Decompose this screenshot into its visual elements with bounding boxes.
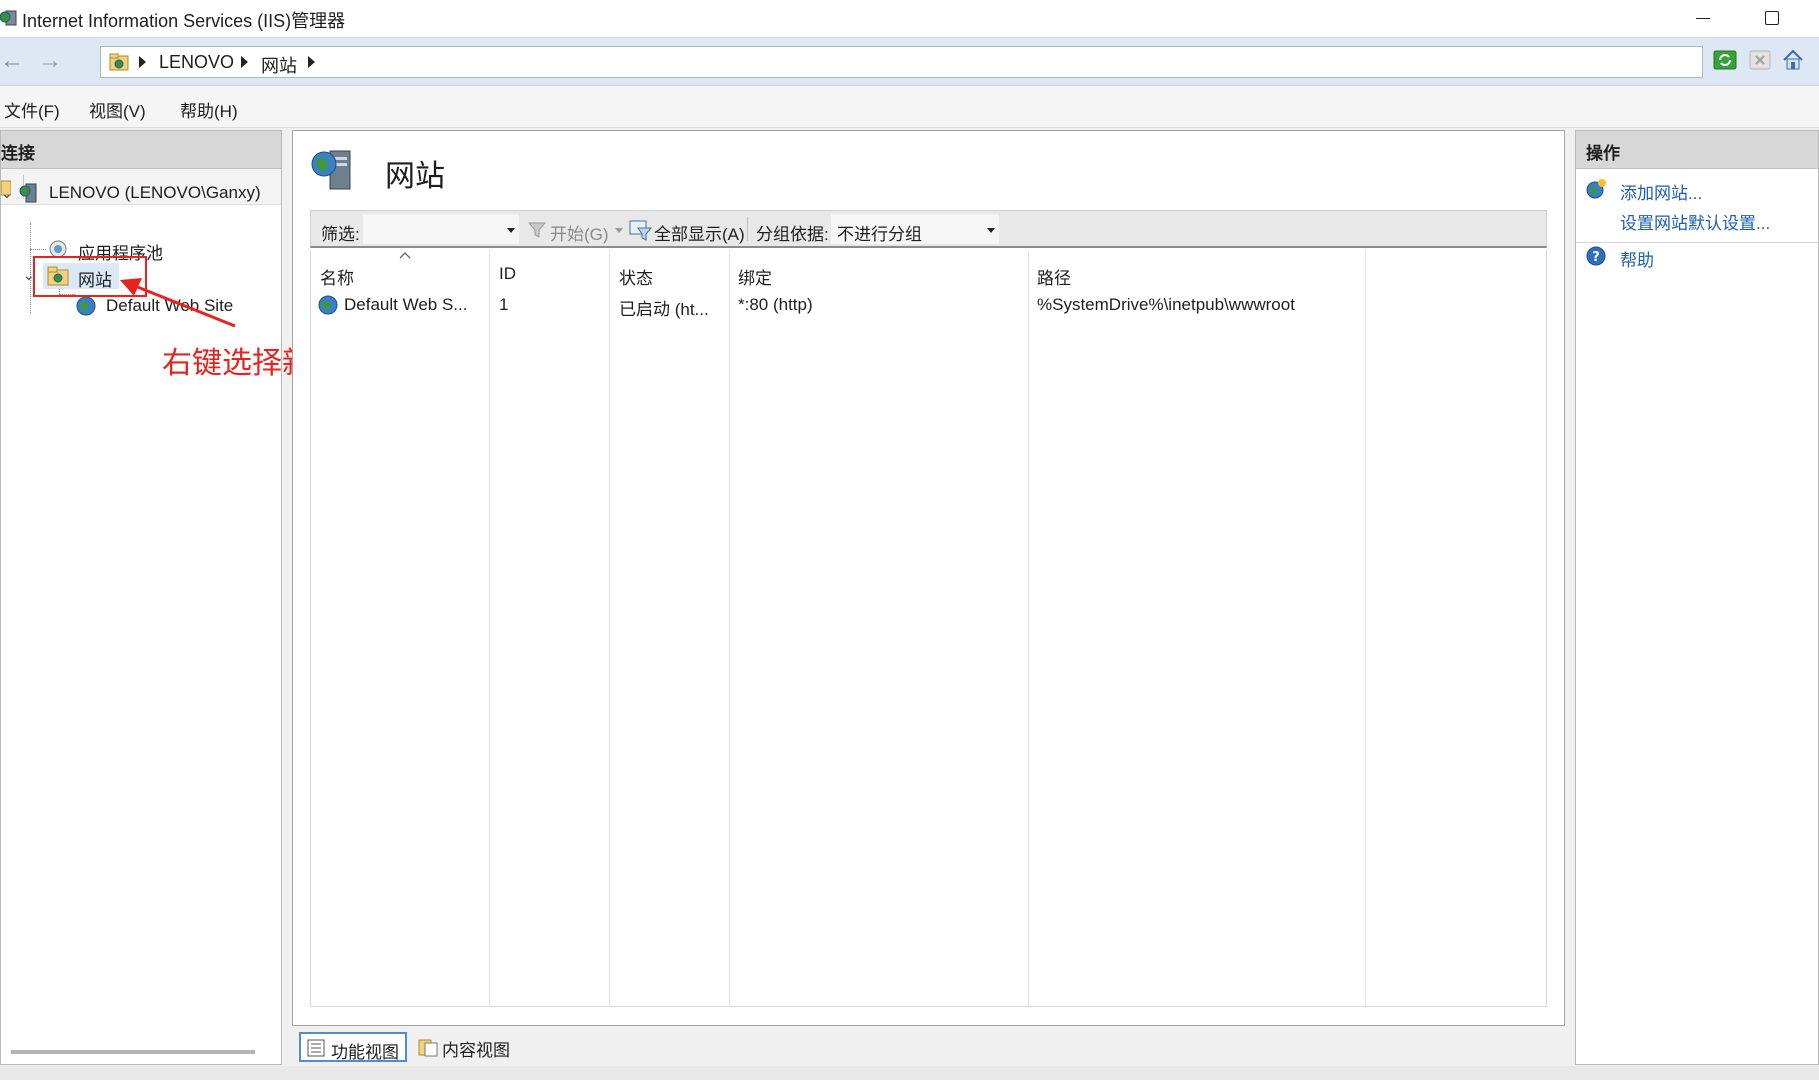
tab-features-label: 功能视图 (331, 1043, 399, 1062)
globe-icon (318, 295, 338, 315)
breadcrumb-arrow-icon[interactable] (139, 56, 146, 68)
cell-status: 已启动 (ht... (619, 300, 709, 319)
group-by-select[interactable]: 不进行分组 (831, 214, 999, 244)
view-tabs: 功能视图 内容视图 (292, 1028, 1565, 1066)
dropdown-arrow-icon[interactable] (987, 228, 995, 233)
start-filter-button[interactable]: 开始(G) (550, 220, 609, 245)
sites-content-pane: 网站 筛选: 开始(G) 全部显示(A) 分组依据: 不进行分组 名称 ID 状… (292, 130, 1565, 1026)
filter-label: 筛选: (321, 225, 360, 244)
refresh-icon[interactable] (1713, 48, 1737, 72)
help-link[interactable]: 帮助 (1620, 246, 1654, 271)
column-divider (1028, 250, 1029, 1006)
server-icon (19, 183, 37, 203)
toolbar-separator (747, 217, 748, 241)
cell-binding: *:80 (http) (738, 295, 813, 314)
show-all-icon (629, 220, 653, 241)
show-all-button[interactable]: 全部显示(A) (654, 220, 745, 245)
cell-id: 1 (499, 295, 509, 314)
column-header-binding[interactable]: 绑定 (738, 264, 772, 289)
window-title: Internet Information Services (IIS)管理器 (22, 11, 346, 31)
stop-icon[interactable] (1748, 48, 1772, 72)
connections-header: 连接 (1, 131, 281, 169)
funnel-icon (527, 222, 547, 238)
content-view-icon (418, 1039, 438, 1057)
menu-bar: 文件(F) 视图(V) 帮助(H) (0, 86, 1819, 128)
menu-view[interactable]: 视图(V) (89, 97, 146, 122)
svg-text:?: ? (1592, 250, 1600, 265)
horizontal-scrollbar[interactable] (11, 1050, 255, 1054)
back-arrow-icon[interactable]: ← (0, 47, 30, 77)
sites-table: 名称 ID 状态 绑定 路径 Default Web S... 1 已启动 (h… (310, 250, 1547, 1007)
column-header-status[interactable]: 状态 (619, 264, 653, 289)
group-by-value: 不进行分组 (837, 225, 922, 244)
breadcrumb[interactable]: LENOVO 网站 (100, 46, 1703, 78)
page-title: 网站 (385, 159, 445, 194)
add-website-link[interactable]: 添加网站... (1620, 179, 1702, 204)
column-header-name[interactable]: 名称 (320, 264, 354, 289)
column-divider (729, 250, 730, 1006)
tree-server[interactable]: LENOVO (LENOVO\Ganxy) (49, 183, 261, 203)
tab-content-view[interactable]: 内容视图 (412, 1032, 516, 1062)
help-icon: ? (1586, 246, 1606, 266)
dropdown-arrow-icon[interactable] (615, 228, 623, 233)
iis-app-icon (0, 10, 17, 26)
expand-chevron-icon[interactable]: ⌄ (1, 185, 13, 202)
cell-path: %SystemDrive%\inetpub\wwwroot (1037, 295, 1295, 314)
minimize-icon (1696, 17, 1710, 19)
minimize-button[interactable] (1680, 0, 1726, 36)
add-site-icon (1586, 179, 1606, 199)
dropdown-arrow-icon[interactable] (507, 228, 515, 233)
tab-features-view[interactable]: 功能视图 (299, 1032, 407, 1062)
sites-folder-icon (109, 53, 129, 71)
maximize-button[interactable] (1749, 0, 1795, 36)
group-by-label: 分组依据: (756, 225, 829, 244)
maximize-icon (1765, 11, 1779, 25)
column-divider (1365, 250, 1366, 1006)
set-site-defaults-link[interactable]: 设置网站默认设置... (1620, 209, 1770, 234)
filter-input[interactable] (363, 214, 519, 244)
breadcrumb-sites[interactable]: 网站 (261, 52, 297, 78)
cell-name: Default Web S... (344, 295, 468, 314)
column-header-id[interactable]: ID (499, 264, 516, 284)
column-divider (489, 250, 490, 1006)
tree-line (30, 249, 46, 250)
menu-file[interactable]: 文件(F) (4, 97, 60, 122)
breadcrumb-lenovo[interactable]: LENOVO (159, 52, 234, 73)
address-bar: ← → LENOVO 网站 (0, 38, 1819, 86)
actions-header: 操作 (1576, 131, 1818, 169)
breadcrumb-arrow-icon[interactable] (308, 56, 315, 68)
breadcrumb-arrow-icon[interactable] (241, 56, 248, 68)
annotation-arrow-icon (120, 278, 236, 328)
status-bar (0, 1066, 1819, 1080)
filter-bar: 筛选: 开始(G) 全部显示(A) 分组依据: 不进行分组 (310, 210, 1547, 248)
features-view-icon (307, 1039, 325, 1057)
forward-arrow-icon[interactable]: → (38, 47, 68, 77)
tab-content-label: 内容视图 (442, 1041, 510, 1060)
home-icon[interactable] (1781, 48, 1805, 72)
sites-page-icon (311, 150, 351, 190)
sort-ascending-icon (399, 252, 411, 259)
actions-separator (1576, 242, 1819, 243)
actions-pane: 操作 添加网站... 设置网站默认设置... ? 帮助 (1575, 130, 1819, 1065)
column-divider (609, 250, 610, 1006)
column-header-path[interactable]: 路径 (1037, 264, 1071, 289)
menu-help[interactable]: 帮助(H) (180, 97, 238, 122)
globe-icon (76, 296, 96, 316)
title-bar: Internet Information Services (IIS)管理器 (0, 0, 1819, 38)
